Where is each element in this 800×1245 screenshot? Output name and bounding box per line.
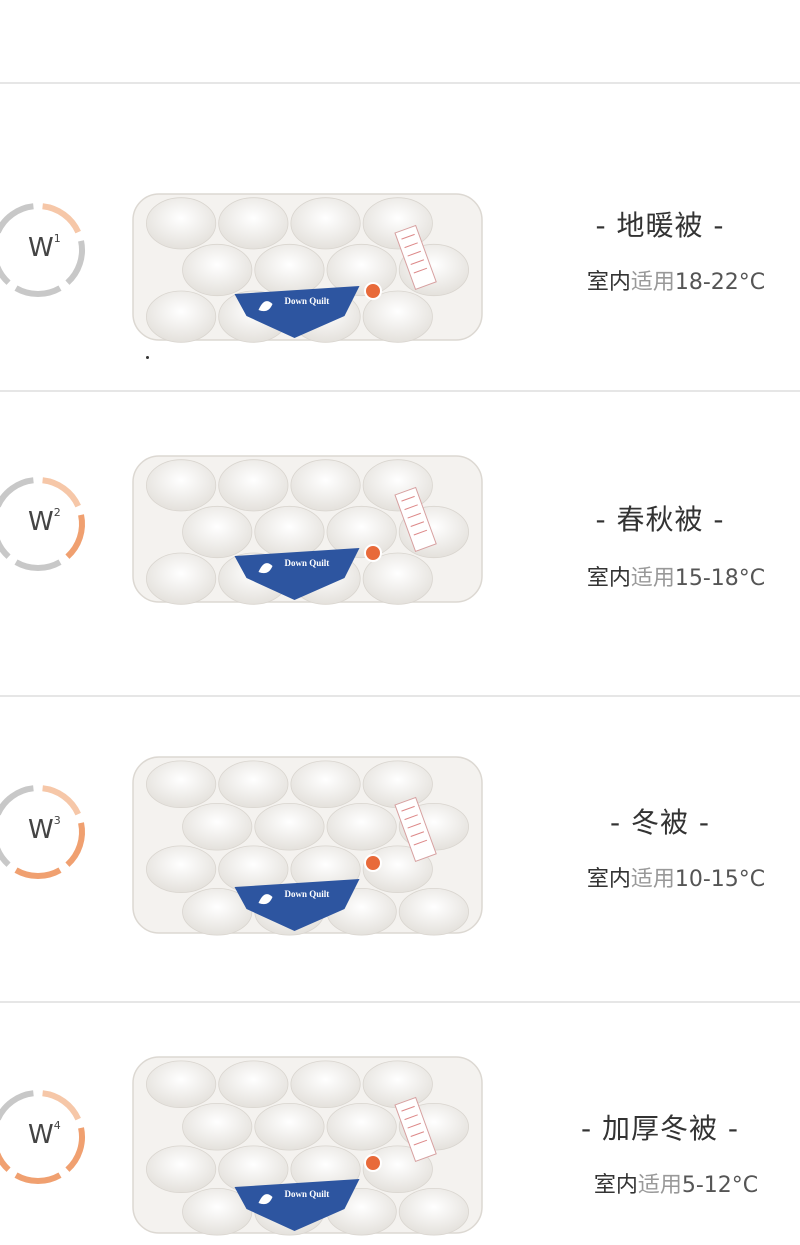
quilt-image: Down Quilt xyxy=(132,756,483,936)
gauge-segment xyxy=(65,822,85,867)
tag-text: Down Quilt xyxy=(285,1189,330,1199)
gauge-segment xyxy=(42,477,81,508)
gauge-segment xyxy=(0,203,34,234)
product-row-w4: W4 Down Quilt - 加厚冬被 - 室内适用5-12°C xyxy=(0,1003,800,1237)
gauge-segment xyxy=(65,514,85,559)
warmth-badge: W4 xyxy=(28,1119,61,1150)
gauge-segment xyxy=(0,265,11,285)
gauge-segment xyxy=(0,477,34,508)
warmth-badge: W3 xyxy=(28,814,61,845)
gauge-segment xyxy=(0,785,34,816)
warmth-badge: W2 xyxy=(28,506,61,537)
product-title: - 加厚冬被 - xyxy=(580,1112,739,1145)
gauge-segment xyxy=(0,847,11,867)
product-title: - 春秋被 - xyxy=(595,503,725,536)
label-badge xyxy=(364,854,382,872)
gauge-segment xyxy=(42,1090,81,1121)
gauge-segment xyxy=(0,1090,34,1121)
product-title: - 地暖被 - xyxy=(595,209,725,242)
tag-text: Down Quilt xyxy=(285,889,330,899)
temperature-range: 室内适用5-12°C xyxy=(593,1173,759,1198)
quilt-image: Down Quilt xyxy=(132,1056,483,1236)
temperature-range: 室内适用15-18°C xyxy=(586,566,766,591)
label-badge xyxy=(364,1154,382,1172)
temperature-range: 室内适用18-22°C xyxy=(586,270,766,295)
product-title: - 冬被 - xyxy=(609,806,710,839)
tag-text: Down Quilt xyxy=(285,296,330,306)
label-badge xyxy=(364,544,382,562)
gauge-segment xyxy=(65,240,85,285)
temperature-range: 室内适用10-15°C xyxy=(586,867,766,892)
quilt-image: Down Quilt xyxy=(132,193,483,343)
gauge-segment xyxy=(14,559,62,571)
gauge-segment xyxy=(42,203,81,234)
tag-text: Down Quilt xyxy=(285,558,330,568)
product-row-w2: W2 Down Quilt - 春秋被 - 室内适用15-18°C xyxy=(0,392,800,695)
gauge-segment xyxy=(0,539,11,559)
label-badge xyxy=(364,282,382,300)
product-row-w3: W3 Down Quilt - 冬被 - 室内适用10-15°C xyxy=(0,697,800,1001)
gauge-segment xyxy=(14,867,62,879)
top-divider xyxy=(0,82,800,84)
gauge-segment xyxy=(65,1127,85,1172)
gauge-segment xyxy=(0,1152,11,1172)
warmth-badge: W1 xyxy=(28,232,61,263)
gauge-segment xyxy=(42,785,81,816)
product-row-w1: W1 Down Quilt - 地暖被 - 室内适用18-22°C xyxy=(0,100,800,390)
gauge-segment xyxy=(14,285,62,297)
gauge-segment xyxy=(14,1172,62,1184)
quilt-image: Down Quilt xyxy=(132,455,483,605)
